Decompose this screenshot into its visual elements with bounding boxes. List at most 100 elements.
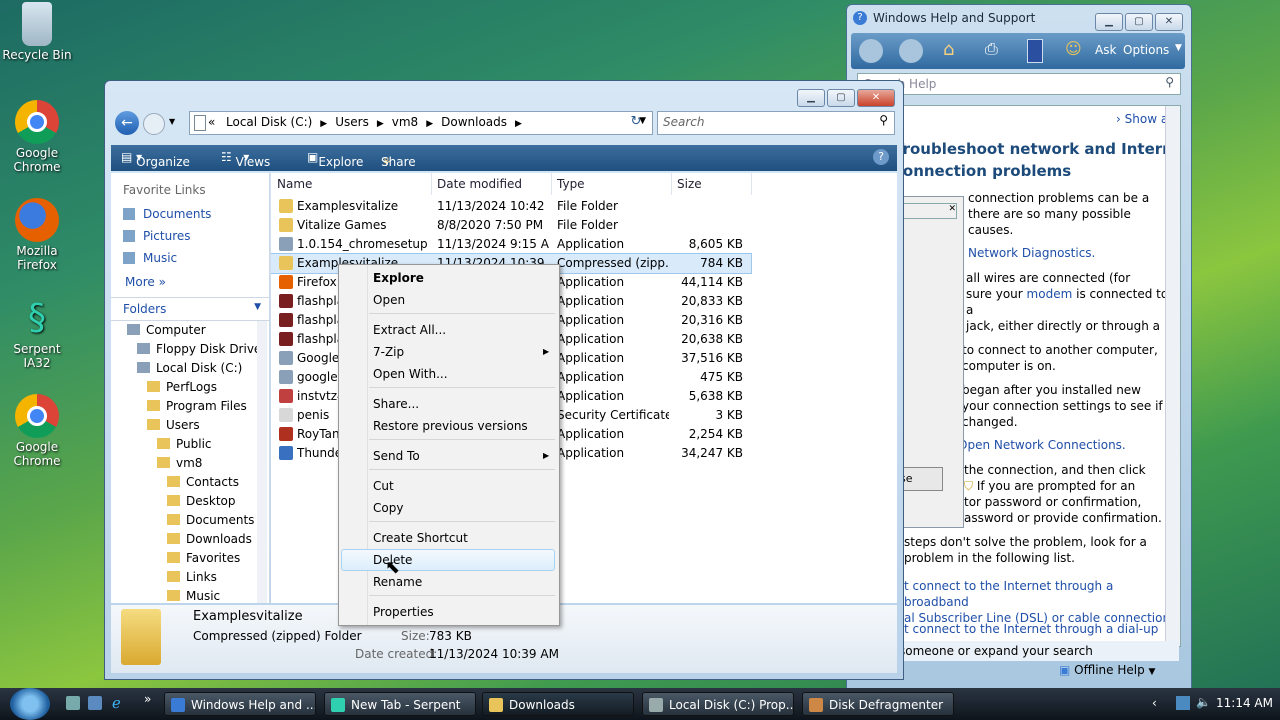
column-header-name[interactable]: Name [271, 173, 432, 195]
chevron-right-icon[interactable]: » [144, 692, 151, 706]
ask-icon[interactable]: ☺ [1065, 39, 1083, 61]
options-menu[interactable]: Options [1123, 43, 1169, 57]
browse-help-icon[interactable] [1027, 39, 1043, 63]
column-header-size[interactable]: Size [671, 173, 752, 195]
start-button[interactable] [10, 688, 50, 720]
search-icon[interactable]: ⚲ [1165, 75, 1174, 89]
views-button[interactable]: ☷ Views ▾ [221, 150, 270, 169]
close-button[interactable]: ✕ [857, 89, 895, 107]
menu-item-restore-previous-versions[interactable]: Restore previous versions [373, 415, 528, 437]
more-favorites-link[interactable]: More » [125, 275, 166, 289]
menu-item-properties[interactable]: Properties [373, 601, 434, 623]
desktop-icon-chrome[interactable]: Google Chrome [0, 100, 74, 174]
taskbar-button[interactable]: Windows Help and ... [164, 692, 316, 716]
network-diagnostics-link[interactable]: Network Diagnostics. [968, 246, 1095, 260]
network-icon[interactable] [1176, 696, 1190, 710]
breadcrumb-arrow-icon[interactable]: ▶ [320, 119, 327, 129]
forward-button[interactable] [143, 113, 165, 135]
clock[interactable]: 11:14 AM [1216, 696, 1273, 710]
desktop-icon-chrome[interactable]: Google Chrome [0, 394, 74, 468]
menu-item-send-to[interactable]: Send To [373, 445, 420, 467]
breadcrumb-item[interactable]: Local Disk (C:) [226, 115, 312, 129]
print-icon[interactable]: ⎙ [985, 39, 1007, 61]
maximize-button[interactable]: ▢ [1125, 13, 1153, 31]
switch-windows-icon[interactable] [88, 696, 102, 710]
menu-item-open[interactable]: Open [373, 289, 405, 311]
file-row[interactable]: 1.0.154_chromesetup_... 11/13/2024 9:15 A… [271, 235, 897, 254]
taskbar-button[interactable]: New Tab - Serpent [324, 692, 476, 716]
menu-item-cut[interactable]: Cut [373, 475, 394, 497]
forward-icon[interactable] [899, 39, 923, 63]
tree-item[interactable]: Contacts [167, 475, 239, 489]
open-network-connections-link[interactable]: Open Network Connections. [958, 438, 1126, 452]
help-scrollbar[interactable] [1165, 106, 1180, 646]
folders-header[interactable]: Folders ▼ [111, 297, 269, 321]
breadcrumb-item[interactable]: Users [335, 115, 369, 129]
internet-explorer-icon[interactable]: ℯ [112, 694, 121, 712]
file-row[interactable]: Vitalize Games 8/8/2020 7:50 PM File Folde… [271, 216, 897, 235]
breadcrumb-item[interactable]: vm8 [392, 115, 418, 129]
taskbar-button[interactable]: Local Disk (C:) Prop... [642, 692, 794, 716]
menu-item-extract-all[interactable]: Extract All... [373, 319, 446, 341]
tree-item[interactable]: PerfLogs [147, 380, 217, 394]
favorite-link-documents[interactable]: Documents [123, 207, 211, 221]
close-button[interactable]: ✕ [903, 203, 957, 219]
back-icon[interactable] [859, 39, 883, 63]
tree-item[interactable]: vm8 [157, 456, 202, 470]
back-button[interactable]: ← [115, 111, 139, 135]
taskbar-button[interactable]: Disk Defragmenter [802, 692, 954, 716]
tree-item[interactable]: Desktop [167, 494, 236, 508]
tree-item[interactable]: Music [167, 589, 220, 603]
menu-item-7-zip[interactable]: 7-Zip [373, 341, 404, 363]
breadcrumb-overflow[interactable]: « [208, 115, 215, 129]
address-bar[interactable]: « Local Disk (C:) ▶ Users ▶ vm8 ▶ Downloads ▶ ▼ [189, 111, 653, 135]
search-box[interactable]: Search ⚲ [657, 111, 895, 135]
modem-link[interactable]: modem [1027, 287, 1073, 301]
tree-item[interactable]: Floppy Disk Drive [137, 342, 261, 356]
breadcrumb-arrow-icon[interactable]: ▶ [426, 119, 433, 129]
volume-icon[interactable]: 🔈 [1196, 695, 1211, 709]
offline-help-button[interactable]: ▣ Offline Help ▼ [1059, 663, 1155, 677]
dialup-link[interactable]: t connect to the Internet through a dial… [904, 622, 1158, 636]
desktop-icon-serpent[interactable]: § Serpent IA32 [0, 296, 74, 370]
column-header-date-modified[interactable]: Date modified [431, 173, 552, 195]
menu-item-create-shortcut[interactable]: Create Shortcut [373, 527, 468, 549]
tree-item[interactable]: Local Disk (C:) [137, 361, 242, 375]
menu-item-share[interactable]: Share... [373, 393, 419, 415]
column-header-type[interactable]: Type [551, 173, 672, 195]
tree-scrollbar[interactable] [257, 321, 267, 603]
help-icon[interactable]: ? [873, 149, 889, 165]
tree-item[interactable]: Links [167, 570, 217, 584]
home-icon[interactable]: ⌂ [943, 39, 965, 61]
tree-item[interactable]: Users [147, 418, 200, 432]
tree-item[interactable]: Downloads [167, 532, 252, 546]
minimize-button[interactable]: ▁ [797, 89, 825, 107]
broadband-link[interactable]: t connect to the Internet through a broa… [904, 578, 1176, 626]
tree-item[interactable]: Favorites [167, 551, 240, 565]
refresh-icon[interactable]: ↻ [625, 111, 647, 133]
file-row[interactable]: Examplesvitalize 11/13/2024 10:42 ... File… [271, 197, 897, 216]
minimize-button[interactable]: ▁ [1095, 13, 1123, 31]
favorite-link-music[interactable]: Music [123, 251, 177, 265]
tree-item[interactable]: Documents [167, 513, 254, 527]
chevron-left-icon[interactable]: ‹ [1152, 696, 1157, 710]
explore-button[interactable]: ▣ Explore [307, 150, 363, 169]
close-button[interactable]: ✕ [1155, 13, 1183, 31]
taskbar-button[interactable]: Downloads [482, 692, 634, 716]
show-desktop-icon[interactable] [66, 696, 80, 710]
menu-item-copy[interactable]: Copy [373, 497, 403, 519]
menu-item-open-with[interactable]: Open With... [373, 363, 448, 385]
desktop-icon-firefox[interactable]: Mozilla Firefox [0, 198, 74, 272]
breadcrumb-arrow-icon[interactable]: ▶ [377, 119, 384, 129]
chevron-down-icon[interactable]: ▼ [169, 117, 175, 126]
desktop-icon-recycle-bin[interactable]: Recycle Bin [0, 2, 74, 62]
menu-item-explore[interactable]: Explore [373, 267, 424, 289]
tree-item[interactable]: Program Files [147, 399, 247, 413]
tree-item[interactable]: Computer [127, 323, 206, 337]
breadcrumb-arrow-icon[interactable]: ▶ [515, 119, 522, 129]
search-icon[interactable]: ⚲ [879, 113, 888, 127]
favorite-link-pictures[interactable]: Pictures [123, 229, 191, 243]
maximize-button[interactable]: ▢ [827, 89, 855, 107]
tree-item[interactable]: Public [157, 437, 212, 451]
breadcrumb-item[interactable]: Downloads [441, 115, 507, 129]
